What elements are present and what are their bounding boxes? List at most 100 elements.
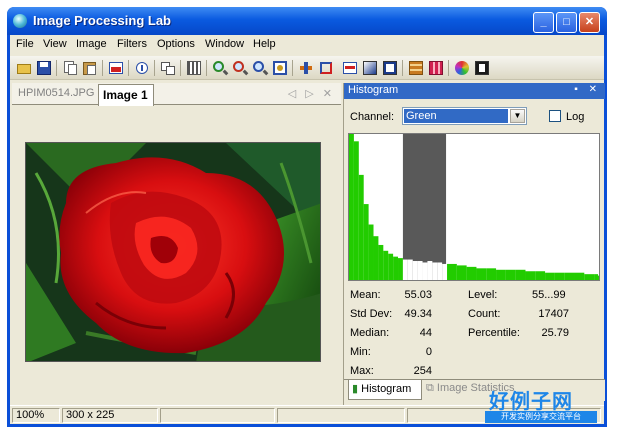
histogram-bar <box>456 265 467 280</box>
max-label: Max: <box>350 365 374 377</box>
menu-options[interactable]: Options <box>157 38 195 50</box>
histogram-bar <box>427 261 433 280</box>
histogram-bar <box>412 261 418 280</box>
histogram-selection[interactable] <box>402 134 447 280</box>
zoom-out-icon[interactable] <box>231 59 249 77</box>
histogram-bar <box>393 256 399 280</box>
grid-icon[interactable] <box>407 59 425 77</box>
median-value: 44 <box>419 327 432 339</box>
app-icon <box>13 14 27 28</box>
fullscreen-icon[interactable] <box>473 59 491 77</box>
menu-window[interactable]: Window <box>205 38 244 50</box>
histogram-bar <box>574 272 585 280</box>
menu-file[interactable]: File <box>16 38 34 50</box>
histogram-bar <box>373 236 379 280</box>
zoom-normal-icon[interactable] <box>251 59 269 77</box>
maximize-button[interactable]: □ <box>556 12 577 33</box>
histogram-bar <box>437 262 443 280</box>
log-checkbox[interactable] <box>549 110 561 122</box>
histogram-bar <box>398 258 403 280</box>
panel-controls[interactable]: ▪ ✕ <box>574 84 601 95</box>
mean-value: 55.03 <box>404 289 432 301</box>
histogram-bar <box>349 134 354 280</box>
channel-label: Channel: <box>350 111 395 123</box>
histogram-bar <box>447 263 457 280</box>
stddev-label: Std Dev: <box>350 308 393 320</box>
grid2-icon[interactable] <box>427 59 445 77</box>
histogram-bar <box>442 263 448 280</box>
histogram-panel: Histogram ▪ ✕ Channel: Green ▼ Log Mean:… <box>343 83 605 405</box>
histogram-bar <box>505 269 516 280</box>
tab-histogram[interactable]: ▮ Histogram <box>348 380 422 400</box>
percentile-label: Percentile: <box>468 327 520 339</box>
histogram-bar <box>466 266 477 280</box>
menu-filters[interactable]: Filters <box>117 38 147 50</box>
document-area: HPIM0514.JPG Image 1 ◁ ▷ ✕ <box>12 83 341 405</box>
histogram-view-icon[interactable] <box>341 59 359 77</box>
count-value: 17407 <box>538 308 569 320</box>
level-value: 55...99 <box>532 289 566 301</box>
histogram-bar <box>432 262 438 280</box>
histogram-bar <box>525 271 536 280</box>
color-wheel-icon[interactable] <box>453 59 471 77</box>
histogram-bar <box>598 275 600 280</box>
median-label: Median: <box>350 327 390 339</box>
histogram-bar <box>545 272 555 280</box>
crop-icon[interactable] <box>317 59 335 77</box>
histogram-bar <box>383 250 389 280</box>
histogram-bar <box>353 141 359 280</box>
menu-image[interactable]: Image <box>76 38 107 50</box>
image-canvas[interactable] <box>25 142 321 362</box>
title-bar[interactable]: Image Processing Lab _ □ ✕ <box>7 7 607 35</box>
save-icon[interactable] <box>35 59 53 77</box>
histogram-bar <box>584 274 595 280</box>
zoom-fit-icon[interactable] <box>271 59 289 77</box>
histogram-bar <box>388 253 394 280</box>
info-icon[interactable] <box>133 59 151 77</box>
tab-image-1[interactable]: Image 1 <box>98 84 154 106</box>
move-icon[interactable] <box>297 59 315 77</box>
toolbar <box>10 56 604 80</box>
chevron-down-icon[interactable]: ▼ <box>510 109 525 123</box>
min-value: 0 <box>425 346 432 358</box>
percentile-value: 25.79 <box>541 327 569 339</box>
tab-navigation[interactable]: ◁ ▷ ✕ <box>288 87 335 100</box>
min-label: Min: <box>350 346 371 358</box>
paste-icon[interactable] <box>81 59 99 77</box>
minimize-button[interactable]: _ <box>533 12 554 33</box>
image-icon[interactable] <box>107 59 125 77</box>
histogram-bar <box>486 268 497 280</box>
watermark-logo: 好例子网 开发实例分享交流平台 <box>485 385 597 425</box>
histogram-bar <box>363 204 369 280</box>
tab-histogram-label: Histogram <box>361 383 412 395</box>
fit-icon[interactable] <box>185 59 203 77</box>
open-icon[interactable] <box>15 59 33 77</box>
levels-icon[interactable] <box>381 59 399 77</box>
histogram-plot <box>349 134 600 280</box>
menu-view[interactable]: View <box>43 38 67 50</box>
gradient-icon[interactable] <box>361 59 379 77</box>
statistics-tab-icon: ⧉ <box>426 382 434 394</box>
histogram-bar <box>554 272 565 280</box>
status-panel-4 <box>277 408 405 423</box>
histogram-bar <box>402 259 408 280</box>
zoom-in-icon[interactable] <box>211 59 229 77</box>
app-window: Image Processing Lab _ □ ✕ File View Ima… <box>7 7 607 427</box>
menu-help[interactable]: Help <box>253 38 276 50</box>
clone-icon[interactable] <box>159 59 177 77</box>
histogram-bar <box>417 261 423 280</box>
histogram-bar <box>368 224 374 280</box>
histogram-tab-icon: ▮ <box>352 383 359 395</box>
histogram-chart[interactable] <box>348 133 600 281</box>
histogram-bar <box>535 271 546 280</box>
stddev-value: 49.34 <box>404 308 432 320</box>
histogram-bar <box>496 269 506 280</box>
tab-hpim0514[interactable]: HPIM0514.JPG <box>18 87 94 99</box>
copy-icon[interactable] <box>61 59 79 77</box>
status-zoom: 100% <box>12 408 60 423</box>
mean-label: Mean: <box>350 289 381 301</box>
watermark-subtext: 开发实例分享交流平台 <box>485 411 597 423</box>
channel-select[interactable]: Green ▼ <box>402 107 527 125</box>
close-button[interactable]: ✕ <box>579 12 600 33</box>
log-label: Log <box>566 111 585 123</box>
